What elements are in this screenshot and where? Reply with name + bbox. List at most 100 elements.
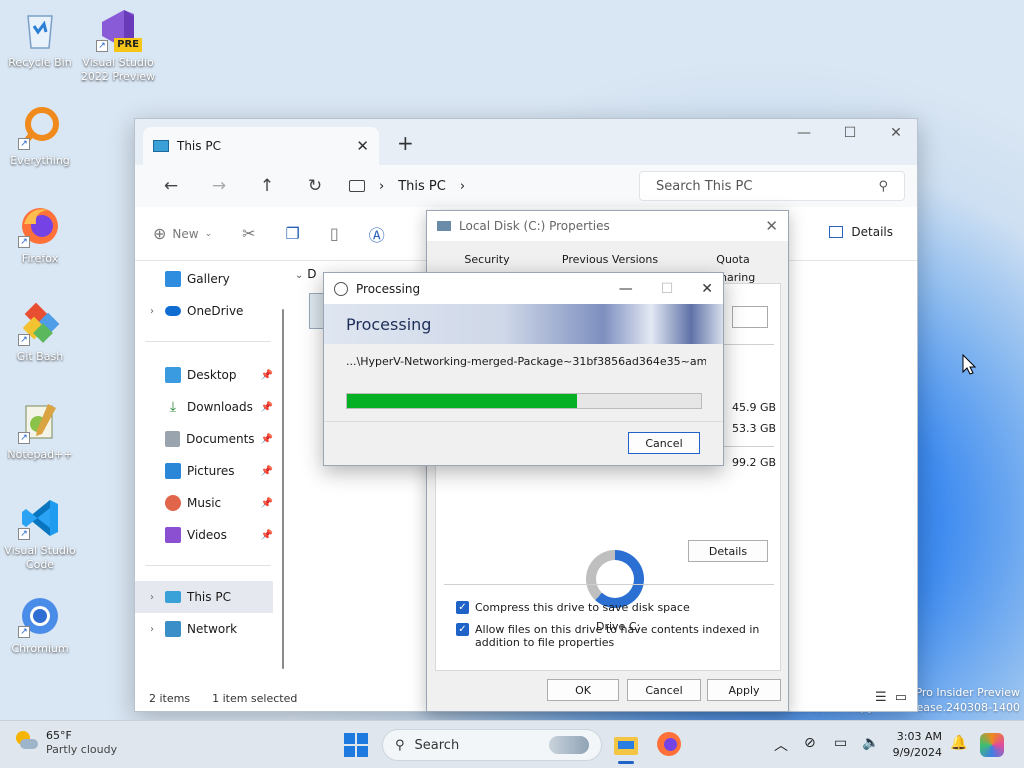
desktop-icon-everything[interactable]: ↗ Everything	[2, 106, 78, 168]
taskbar-search[interactable]: ⚲ Search	[382, 729, 602, 761]
cancel-button[interactable]: Cancel	[627, 679, 701, 701]
details-view-icon[interactable]: ☰	[875, 690, 887, 705]
sidebar-item-gallery[interactable]: Gallery	[135, 263, 273, 295]
disk-usage-chart	[586, 550, 644, 608]
watermark-line2: lease.240308-1400	[913, 701, 1020, 714]
clock-time: 3:03 AM	[896, 730, 942, 743]
sidebar-item-music[interactable]: Music 📌	[135, 487, 273, 519]
desktop-icon-chromium[interactable]: ↗ Chromium	[2, 594, 78, 656]
vscode-icon: ↗	[18, 496, 62, 540]
tab-quota[interactable]: Quota	[693, 251, 773, 269]
compress-checkbox[interactable]: ✓ Compress this drive to save disk space	[456, 601, 690, 614]
desktop-icon-label: Chromium	[11, 642, 69, 655]
close-window-button[interactable]: ✕	[873, 125, 919, 141]
up-button[interactable]: ↑	[243, 176, 291, 196]
free-space-value: 53.3 GB	[732, 422, 777, 435]
ok-button[interactable]: OK	[547, 679, 619, 701]
copilot-icon[interactable]	[980, 733, 1004, 757]
chevron-down-icon[interactable]: ⌄	[295, 270, 303, 281]
volume-label-input[interactable]	[732, 306, 768, 328]
display-icon[interactable]: ▭	[834, 735, 847, 751]
file-explorer-taskbar-icon[interactable]	[612, 731, 640, 764]
start-button[interactable]	[344, 733, 368, 757]
chevron-right-icon[interactable]: ›	[145, 306, 159, 317]
forward-button[interactable]: →	[195, 176, 243, 196]
back-button[interactable]: ←	[147, 176, 195, 196]
breadcrumb-item[interactable]: This PC	[398, 179, 446, 194]
desktop-icon-git-bash[interactable]: ↗ Git Bash	[2, 302, 78, 364]
desktop-icon-label: Recycle Bin	[8, 56, 72, 69]
sidebar-item-documents[interactable]: Documents 📌	[135, 423, 273, 455]
chevron-right-icon[interactable]: ›	[145, 592, 159, 603]
monitor-outline-icon[interactable]	[349, 180, 365, 192]
explorer-tabbar: This PC ✕ + — ☐ ✕	[135, 119, 917, 165]
maximize-button[interactable]: ☐	[661, 281, 674, 297]
desktop-icon-vscode[interactable]: ↗ Visual Studio Code	[2, 496, 78, 572]
sidebar-item-network[interactable]: › Network	[135, 613, 273, 645]
navigation-scrollbar[interactable]	[282, 309, 284, 669]
close-button[interactable]: ✕	[701, 281, 713, 297]
cut-icon[interactable]: ✂	[242, 224, 255, 243]
chevron-right-icon[interactable]: ›	[460, 179, 465, 194]
speaker-icon[interactable]: 🔈	[862, 735, 879, 751]
network-icon	[165, 621, 181, 637]
firefox-taskbar-icon[interactable]	[656, 731, 684, 759]
used-space-value: 45.9 GB	[732, 401, 777, 414]
search-input[interactable]: Search This PC ⚲	[639, 171, 905, 201]
sidebar-item-label: Documents	[186, 432, 255, 446]
apply-button[interactable]: Apply	[707, 679, 781, 701]
desktop-icon-recycle-bin[interactable]: Recycle Bin	[2, 8, 78, 70]
index-checkbox[interactable]: ✓ Allow files on this drive to have cont…	[456, 623, 776, 649]
pin-icon[interactable]: 📌	[261, 466, 273, 477]
sidebar-item-pictures[interactable]: Pictures 📌	[135, 455, 273, 487]
rename-icon[interactable]: Ⓐ	[369, 222, 385, 246]
minimize-button[interactable]: —	[781, 125, 827, 141]
cancel-button[interactable]: Cancel	[628, 432, 700, 454]
refresh-button[interactable]: ↻	[291, 176, 339, 196]
desktop-icon-visual-studio-preview[interactable]: PRE ↗ Visual Studio 2022 Preview	[80, 8, 156, 84]
sidebar-item-videos[interactable]: Videos 📌	[135, 519, 273, 551]
tiles-view-icon[interactable]: ▭	[895, 690, 907, 705]
pin-icon[interactable]: 📌	[261, 402, 273, 413]
network-disconnected-icon[interactable]: ⊘	[804, 735, 816, 751]
clock[interactable]: 3:03 AM 9/9/2024	[884, 729, 942, 761]
close-icon[interactable]: ✕	[765, 217, 778, 235]
tab-previous-versions[interactable]: Previous Versions	[555, 251, 665, 269]
pin-icon[interactable]: 📌	[261, 498, 273, 509]
item-count: 2 items	[149, 692, 191, 705]
minimize-button[interactable]: —	[619, 281, 633, 297]
pin-icon[interactable]: 📌	[261, 370, 273, 381]
partly-cloudy-icon	[14, 729, 38, 753]
show-hidden-icons-chevron-icon[interactable]: ︿	[774, 735, 788, 755]
devices-group-header[interactable]: D	[307, 267, 316, 281]
sidebar-item-desktop[interactable]: Desktop 📌	[135, 359, 273, 391]
chevron-right-icon[interactable]: ›	[145, 624, 159, 635]
tab-this-pc[interactable]: This PC ✕	[143, 127, 379, 165]
details-pane-button[interactable]: Details	[829, 225, 893, 239]
weather-widget[interactable]: 65°F Partly cloudy	[14, 729, 117, 757]
sidebar-item-onedrive[interactable]: › OneDrive	[135, 295, 273, 327]
maximize-button[interactable]: ☐	[827, 125, 873, 141]
sidebar-item-this-pc[interactable]: › This PC	[135, 581, 273, 613]
desktop-icon-label: Notepad++	[7, 448, 73, 461]
download-icon: ⤓	[169, 399, 177, 415]
search-highlight-icon	[549, 736, 589, 754]
chevron-right-icon[interactable]: ›	[379, 179, 384, 194]
copy-icon[interactable]: ❐	[286, 224, 300, 243]
new-tab-button[interactable]: +	[397, 131, 414, 155]
desktop-icon-firefox[interactable]: ↗ Firefox	[2, 204, 78, 266]
desktop-icon-label: Firefox	[21, 252, 59, 265]
desktop-icon-notepadpp[interactable]: ↗ Notepad++	[2, 400, 78, 462]
new-button[interactable]: ⊕ New ⌄	[153, 224, 212, 243]
disk-details-button[interactable]: Details	[688, 540, 768, 562]
recycle-bin-icon	[18, 8, 62, 52]
shortcut-arrow-icon: ↗	[18, 236, 30, 248]
tab-security[interactable]: Security	[435, 251, 539, 269]
sidebar-item-downloads[interactable]: ⤓ Downloads 📌	[135, 391, 273, 423]
close-tab-icon[interactable]: ✕	[356, 137, 369, 155]
pin-icon[interactable]: 📌	[261, 530, 273, 541]
details-label: Details	[851, 225, 893, 239]
pin-icon[interactable]: 📌	[261, 434, 273, 445]
notification-bell-icon[interactable]: 🔔	[950, 735, 967, 751]
paste-icon[interactable]: ▯	[330, 224, 339, 243]
